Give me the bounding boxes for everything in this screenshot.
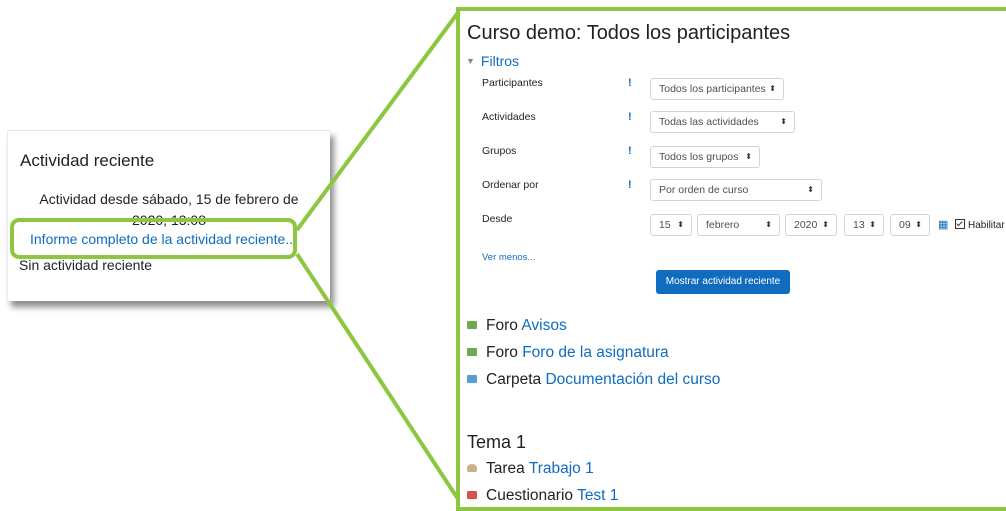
groups-label: Grupos <box>482 145 517 157</box>
activities-select[interactable]: Todas las actividades ⬍ <box>650 111 795 133</box>
day-select[interactable]: 15 ⬍ <box>650 214 692 236</box>
from-label: Desde <box>482 213 513 225</box>
select-arrow-icon: ⬍ <box>780 117 787 126</box>
month-select-value: febrero <box>706 219 740 231</box>
activity-type: Cuestionario <box>486 487 574 504</box>
activity-link[interactable]: Avisos <box>521 317 566 334</box>
recent-activity-block: Actividad reciente Actividad desde sábad… <box>7 130 330 301</box>
activity-link[interactable]: Documentación del curso <box>545 371 720 388</box>
activity-type: Carpeta <box>486 371 542 388</box>
select-arrow-icon: ⬍ <box>765 220 772 229</box>
help-icon[interactable]: ! <box>628 179 632 191</box>
assignment-icon <box>467 464 477 472</box>
order-select-value: Por orden de curso <box>659 184 749 196</box>
quiz-icon <box>467 491 477 499</box>
folder-icon <box>467 375 477 383</box>
checkbox-checked-icon <box>955 219 965 229</box>
day-select-value: 15 <box>659 219 671 231</box>
page-title: Curso demo: Todos los participantes <box>467 22 791 44</box>
groups-select-value: Todos los grupos <box>659 151 739 163</box>
year-select[interactable]: 2020 ⬍ <box>785 214 837 236</box>
forum-icon <box>467 321 477 329</box>
hour-select-value: 13 <box>853 219 865 231</box>
select-arrow-icon: ⬍ <box>869 220 876 229</box>
show-recent-activity-button[interactable]: Mostrar actividad reciente <box>656 270 790 294</box>
minute-select-value: 09 <box>899 219 911 231</box>
filters-toggle-label: Filtros <box>480 53 520 69</box>
activity-item: Carpeta Documentación del curso <box>467 371 720 389</box>
calendar-icon[interactable]: ▦ <box>938 218 948 231</box>
order-select[interactable]: Por orden de curso ⬍ <box>650 179 822 201</box>
show-less-link[interactable]: Ver menos... <box>482 252 535 263</box>
help-icon[interactable]: ! <box>628 111 632 123</box>
help-icon[interactable]: ! <box>628 145 632 157</box>
block-title: Actividad reciente <box>20 151 155 170</box>
select-arrow-icon: ⬍ <box>769 84 776 93</box>
select-arrow-icon: ⬍ <box>822 220 829 229</box>
select-arrow-icon: ⬍ <box>745 152 752 161</box>
year-select-value: 2020 <box>794 219 818 231</box>
groups-select[interactable]: Todos los grupos ⬍ <box>650 146 760 168</box>
hour-select[interactable]: 13 ⬍ <box>844 214 884 236</box>
activity-item: Cuestionario Test 1 <box>467 487 618 505</box>
collapse-caret-icon: ▼ <box>466 56 475 66</box>
order-label: Ordenar por <box>482 179 539 191</box>
recent-activity-page-panel: Curso demo: Todos los participantes ▼ Fil… <box>456 7 1006 511</box>
activity-type: Foro <box>486 344 518 361</box>
select-arrow-icon: ⬍ <box>677 220 684 229</box>
participants-select-value: Todos los participantes <box>659 83 766 95</box>
minute-select[interactable]: 09 ⬍ <box>890 214 930 236</box>
activity-since-line1: Actividad desde sábado, 15 de febrero de <box>39 191 299 207</box>
enable-label: Habilitar <box>968 220 1005 231</box>
section-title: Tema 1 <box>467 432 527 452</box>
activities-select-value: Todas las actividades <box>659 116 759 128</box>
participants-select[interactable]: Todos los participantes ⬍ <box>650 78 784 100</box>
activity-item: Foro Foro de la asignatura <box>467 344 669 362</box>
activities-label: Actividades <box>482 111 536 123</box>
highlight-box <box>10 218 297 259</box>
forum-icon <box>467 348 477 356</box>
help-icon[interactable]: ! <box>628 77 632 89</box>
activity-link[interactable]: Test 1 <box>577 487 618 504</box>
activity-link[interactable]: Foro de la asignatura <box>522 344 668 361</box>
select-arrow-icon: ⬍ <box>807 185 814 194</box>
activity-link[interactable]: Trabajo 1 <box>529 460 594 477</box>
enable-checkbox[interactable]: Habilitar <box>955 219 1005 231</box>
activity-type: Foro <box>486 317 518 334</box>
participants-label: Participantes <box>482 77 543 89</box>
activity-item: Foro Avisos <box>467 317 567 335</box>
month-select[interactable]: febrero ⬍ <box>697 214 780 236</box>
no-activity-text: Sin actividad reciente <box>19 257 153 273</box>
activity-type: Tarea <box>486 460 525 477</box>
activity-item: Tarea Trabajo 1 <box>467 460 594 478</box>
filters-toggle[interactable]: ▼ Filtros <box>466 53 519 69</box>
select-arrow-icon: ⬍ <box>915 220 922 229</box>
